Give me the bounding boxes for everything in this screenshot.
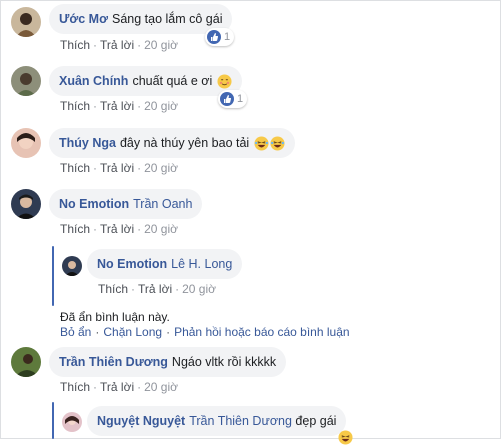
comment-actions: Thích · Trả lời · 20 giờ xyxy=(60,380,178,394)
mention-link[interactable]: Trần Oanh xyxy=(133,197,192,211)
block-link[interactable]: Chặn Long xyxy=(103,325,162,339)
comment-actions: Thích · Trả lời · 20 giờ xyxy=(60,38,178,52)
comment-author[interactable]: No Emotion xyxy=(59,197,129,211)
reply-link[interactable]: Trả lời xyxy=(100,38,134,52)
timestamp[interactable]: 20 giờ xyxy=(144,222,178,236)
comment-bubble: Ước Mơ Sáng tạo lắm cô gái xyxy=(49,4,233,34)
like-link[interactable]: Thích xyxy=(98,282,128,296)
comment-bubble: Nguyệt Nguyệt Trần Thiên Dương đẹp gái xyxy=(87,406,347,436)
comment-text: chuất quá e ơi xyxy=(132,74,213,88)
reaction-count[interactable]: 1 xyxy=(218,90,248,108)
like-link[interactable]: Thích xyxy=(60,222,90,236)
laughing-tears-emoji-icon xyxy=(254,136,269,151)
mention-link[interactable]: Trần Thiên Dương xyxy=(189,414,292,428)
timestamp[interactable]: 20 giờ xyxy=(144,380,178,394)
comment-actions: Thích · Trả lời · 20 giờ xyxy=(60,222,178,236)
like-icon xyxy=(220,92,234,106)
comment-text: Sáng tạo lắm cô gái xyxy=(111,12,223,26)
avatar[interactable] xyxy=(11,189,41,219)
comment-author[interactable]: Nguyệt Nguyệt xyxy=(97,414,185,428)
feedback-link[interactable]: Phản hồi hoặc báo cáo bình luận xyxy=(174,325,349,339)
timestamp[interactable]: 20 giờ xyxy=(144,99,178,113)
reply-link[interactable]: Trả lời xyxy=(100,161,134,175)
comment-text: đẹp gái xyxy=(295,414,337,428)
comment-author[interactable]: Trần Thiên Dương xyxy=(59,355,168,369)
blush-emoji-icon xyxy=(217,74,232,89)
comment-author[interactable]: Ước Mơ xyxy=(59,12,108,26)
comment-author[interactable]: Xuân Chính xyxy=(59,74,128,88)
reply-link[interactable]: Trả lời xyxy=(100,99,134,113)
reply-link[interactable]: Trả lời xyxy=(100,222,134,236)
unhide-link[interactable]: Bỏ ẩn xyxy=(60,325,91,339)
like-link[interactable]: Thích xyxy=(60,380,90,394)
comment-bubble: Trần Thiên Dương Ngáo vltk rồi kkkkk xyxy=(49,347,287,377)
reply-thread-line xyxy=(52,402,54,439)
laughing-tears-emoji-icon xyxy=(270,136,285,151)
avatar[interactable] xyxy=(11,7,41,37)
comment-author[interactable]: No Emotion xyxy=(97,257,167,271)
comment-author[interactable]: Thúy Nga xyxy=(59,136,116,150)
comment-actions: Thích · Trả lời · 20 giờ xyxy=(60,161,178,175)
laughing-tears-emoji-icon xyxy=(338,430,353,445)
hidden-comment-actions: Bỏ ẩn · Chặn Long · Phản hồi hoặc báo cáo bì… xyxy=(60,325,350,339)
like-link[interactable]: Thích xyxy=(60,99,90,113)
avatar[interactable] xyxy=(11,347,41,377)
comment-bubble: No Emotion Lê H. Long xyxy=(87,249,243,279)
avatar[interactable] xyxy=(62,256,82,276)
avatar[interactable] xyxy=(11,128,41,158)
reply-link[interactable]: Trả lời xyxy=(100,380,134,394)
avatar[interactable] xyxy=(11,66,41,96)
reaction-count[interactable]: 1 xyxy=(205,28,235,46)
comment-text: đây nà thúy yên bao tải xyxy=(119,136,250,150)
timestamp[interactable]: 20 giờ xyxy=(182,282,216,296)
timestamp[interactable]: 20 giờ xyxy=(144,38,178,52)
mention-link[interactable]: Lê H. Long xyxy=(171,257,232,271)
hidden-comment-notice: Đã ẩn bình luận này. xyxy=(60,310,170,324)
comment-bubble: No Emotion Trần Oanh xyxy=(49,189,203,219)
like-link[interactable]: Thích xyxy=(60,161,90,175)
comment-text: Ngáo vltk rồi kkkkk xyxy=(171,355,277,369)
comment-bubble: Xuân Chính chuất quá e ơi xyxy=(49,66,242,96)
reply-thread-line xyxy=(52,246,54,306)
comment-bubble: Thúy Nga đây nà thúy yên bao tải xyxy=(49,128,295,158)
like-link[interactable]: Thích xyxy=(60,38,90,52)
comment-actions: Thích · Trả lời · 20 giờ xyxy=(60,99,178,113)
reply-link[interactable]: Trả lời xyxy=(138,282,172,296)
comment-actions: Thích · Trả lời · 20 giờ xyxy=(98,282,216,296)
like-icon xyxy=(207,30,221,44)
avatar[interactable] xyxy=(62,412,82,432)
timestamp[interactable]: 20 giờ xyxy=(144,161,178,175)
